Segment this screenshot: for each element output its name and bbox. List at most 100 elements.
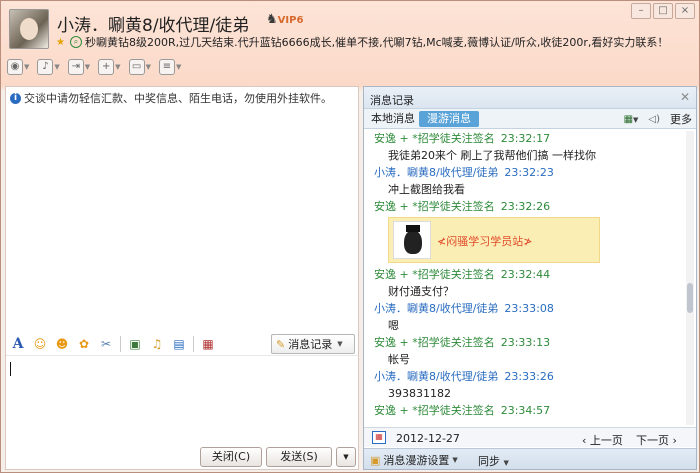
message-sender: 小涛．唰黄8/收代理/徒弟 23:33:26 (374, 370, 554, 383)
screen-share-icon[interactable]: ▤ (171, 336, 187, 352)
chevron-down-icon: ▼ (115, 63, 121, 71)
message-time: 23:33:13 (500, 336, 551, 349)
shake-icon[interactable]: ✿ (76, 336, 92, 352)
chevron-left-icon: ‹ (582, 434, 587, 447)
magic-emoji-icon[interactable]: ☻ (54, 336, 70, 352)
video-button[interactable]: ◉ ▼ (7, 59, 29, 75)
message-record-label: 消息记录 (288, 338, 333, 351)
chevron-down-icon: ▼ (452, 456, 458, 464)
message-input[interactable] (6, 355, 358, 447)
minimize-button[interactable]: – (631, 3, 651, 19)
chevron-down-icon: ▼ (175, 63, 182, 71)
vip-label: VIP6 (277, 15, 304, 26)
monitor-icon: ▭ (128, 59, 145, 75)
avatar[interactable] (9, 9, 49, 49)
close-window-button[interactable]: × (675, 3, 695, 19)
message-text: 嗯 (388, 319, 399, 332)
list-item: 安逸 + *招学徒关注签名 23:32:26 ≮闷骚学习学员站≯ (374, 199, 686, 263)
security-notice: i 交谈中请勿轻信汇款、中奖信息、陌生电话，勿使用外挂软件。 (10, 90, 332, 106)
display-mode-icon: ▦ (623, 114, 634, 125)
chevron-down-icon: ▼ (503, 459, 509, 467)
divider (193, 336, 194, 352)
list-item: 小涛．唰黄8/收代理/徒弟 23:33:08 嗯 (374, 301, 686, 334)
calendar-icon[interactable]: ▦ (372, 431, 386, 444)
message-time: 23:33:08 (504, 302, 554, 315)
roam-settings-button[interactable]: ▣ 消息漫游设置 ▼ (370, 452, 458, 468)
bottom-buttons: 关闭(C) 发送(S) ▼ (200, 447, 356, 467)
message-sender: 安逸 + *招学徒关注签名 23:32:26 (374, 200, 551, 213)
font-icon[interactable]: A (10, 336, 26, 352)
chevron-down-icon: ▼ (84, 63, 91, 71)
transfer-file-button[interactable]: ⇥ ▼ (67, 59, 91, 75)
send-options-button[interactable]: ▼ (336, 447, 356, 467)
message-sender: 小涛．唰黄8/收代理/徒弟 23:32:23 (374, 166, 554, 179)
search-icon[interactable]: ⌕ (70, 36, 82, 48)
history-panel: 消息记录 ✕ 本地消息 漫游消息 ▦▼ ◁) 更多 安逸 + *招学徒关注签名 2… (363, 86, 697, 470)
close-icon[interactable]: ✕ (680, 90, 690, 104)
message-text: 财付通支付？ (388, 285, 454, 298)
sync-button[interactable]: 同步 ▼ (478, 453, 509, 469)
message-record-icon: ✎ (276, 337, 286, 351)
list-item: 安逸 + *招学徒关注签名 23:34:57 (374, 403, 686, 419)
next-page-button[interactable]: 下一页 › (636, 432, 677, 448)
vip-hat-icon: ♞ (266, 12, 278, 27)
sync-label: 同步 (478, 455, 500, 468)
chevron-down-icon: ▼ (633, 116, 639, 124)
tab-local-messages[interactable]: 本地消息 (367, 111, 419, 127)
image-message[interactable]: ≮闷骚学习学员站≯ (388, 217, 600, 263)
list-item: 安逸 + *招学徒关注签名 23:32:17 我徒弟20来个 刷上了我帮他们搞 一样… (374, 131, 686, 164)
message-record-button[interactable]: ✎ 消息记录 ▼ (271, 334, 355, 354)
remote-desktop-button[interactable]: ▭ ▼ (128, 59, 151, 75)
toolbar: ◉ ▼ ♪ ▼ ⇥ ▼ + ▼ ▭ ▼ ≡ ▼ (7, 59, 181, 75)
scrollbar[interactable] (686, 131, 694, 425)
display-mode-button[interactable]: ▦▼ (624, 112, 639, 126)
message-sender: 安逸 + *招学徒关注签名 23:32:44 (374, 268, 551, 281)
volume-button[interactable]: ◁) (648, 112, 660, 126)
list-item: 小涛．唰黄8/收代理/徒弟 23:32:23 冲上截图给我看 (374, 165, 686, 198)
vip-badge: ♞VIP6 (266, 12, 303, 27)
prev-page-button[interactable]: ‹ 上一页 (582, 432, 623, 448)
screenshot-icon[interactable]: ✂ (98, 336, 114, 352)
message-list: 安逸 + *招学徒关注签名 23:32:17 我徒弟20来个 刷上了我帮他们搞 一样… (364, 130, 686, 425)
format-toolbar: A ☺ ☻ ✿ ✂ ▣ ♫ ▤ ▦ ✎ 消息记录 ▼ (6, 333, 358, 355)
image-icon[interactable]: ▣ (127, 336, 143, 352)
close-button[interactable]: 关闭(C) (200, 447, 262, 467)
message-time: 23:32:23 (504, 166, 554, 179)
message-sender: 安逸 + *招学徒关注签名 23:34:57 (374, 404, 551, 417)
penguin-icon (393, 221, 431, 259)
chat-window: 小涛．唰黄8/收代理/徒弟 ♞VIP6 – □ × ★ ⌕ 秒唰黄钻8级200R… (0, 0, 700, 473)
chevron-down-icon: ▼ (337, 340, 343, 348)
gift-icon[interactable]: ▦ (200, 336, 216, 352)
message-sender: 小涛．唰黄8/收代理/徒弟 23:33:08 (374, 302, 554, 315)
card-label: ≮闷骚学习学员站≯ (437, 235, 533, 248)
signature-text: 秒唰黄钻8级200R,过几天结束.代升蓝钻6666成长,催单不接,代唰7钻,Mc… (85, 36, 669, 49)
date-label[interactable]: 2012-12-27 (396, 432, 460, 445)
message-time: 23:32:17 (500, 132, 551, 145)
chevron-down-icon: ▼ (54, 63, 60, 71)
message-text: 我徒弟20来个 刷上了我帮他们搞 一样找你 (388, 149, 596, 162)
more-apps-button[interactable]: ≡ ▼ (158, 59, 182, 75)
info-icon: i (10, 92, 21, 104)
add-friend-button[interactable]: + ▼ (98, 59, 121, 75)
date-bar: ▦ 2012-12-27 ‹ 上一页 下一页 › (364, 427, 696, 447)
speaker-icon: ◁) (648, 114, 660, 125)
history-header: 消息记录 ✕ (364, 87, 696, 109)
chevron-down-icon: ▼ (24, 63, 30, 71)
star-icon: ★ (56, 36, 65, 48)
music-icon[interactable]: ♫ (149, 336, 165, 352)
message-sender: 安逸 + *招学徒关注签名 23:32:17 (374, 132, 551, 145)
list-item: 小涛．唰黄8/收代理/徒弟 23:33:26 393831182 (374, 369, 686, 402)
more-link[interactable]: 更多 (670, 111, 692, 127)
scrollbar-thumb[interactable] (687, 283, 693, 313)
tab-roaming-messages[interactable]: 漫游消息 (419, 111, 479, 127)
next-page-label: 下一页 (636, 434, 669, 447)
voice-button[interactable]: ♪ ▼ (37, 59, 60, 75)
emoji-icon[interactable]: ☺ (32, 336, 48, 352)
history-footer: ▣ 消息漫游设置 ▼ 同步 ▼ (364, 448, 696, 469)
maximize-button[interactable]: □ (653, 3, 673, 19)
send-button[interactable]: 发送(S) (266, 447, 332, 467)
text-caret (10, 362, 11, 376)
app-icon: ≡ (158, 59, 175, 75)
chevron-down-icon: ▼ (145, 63, 151, 71)
message-text: 393831182 (388, 387, 451, 400)
